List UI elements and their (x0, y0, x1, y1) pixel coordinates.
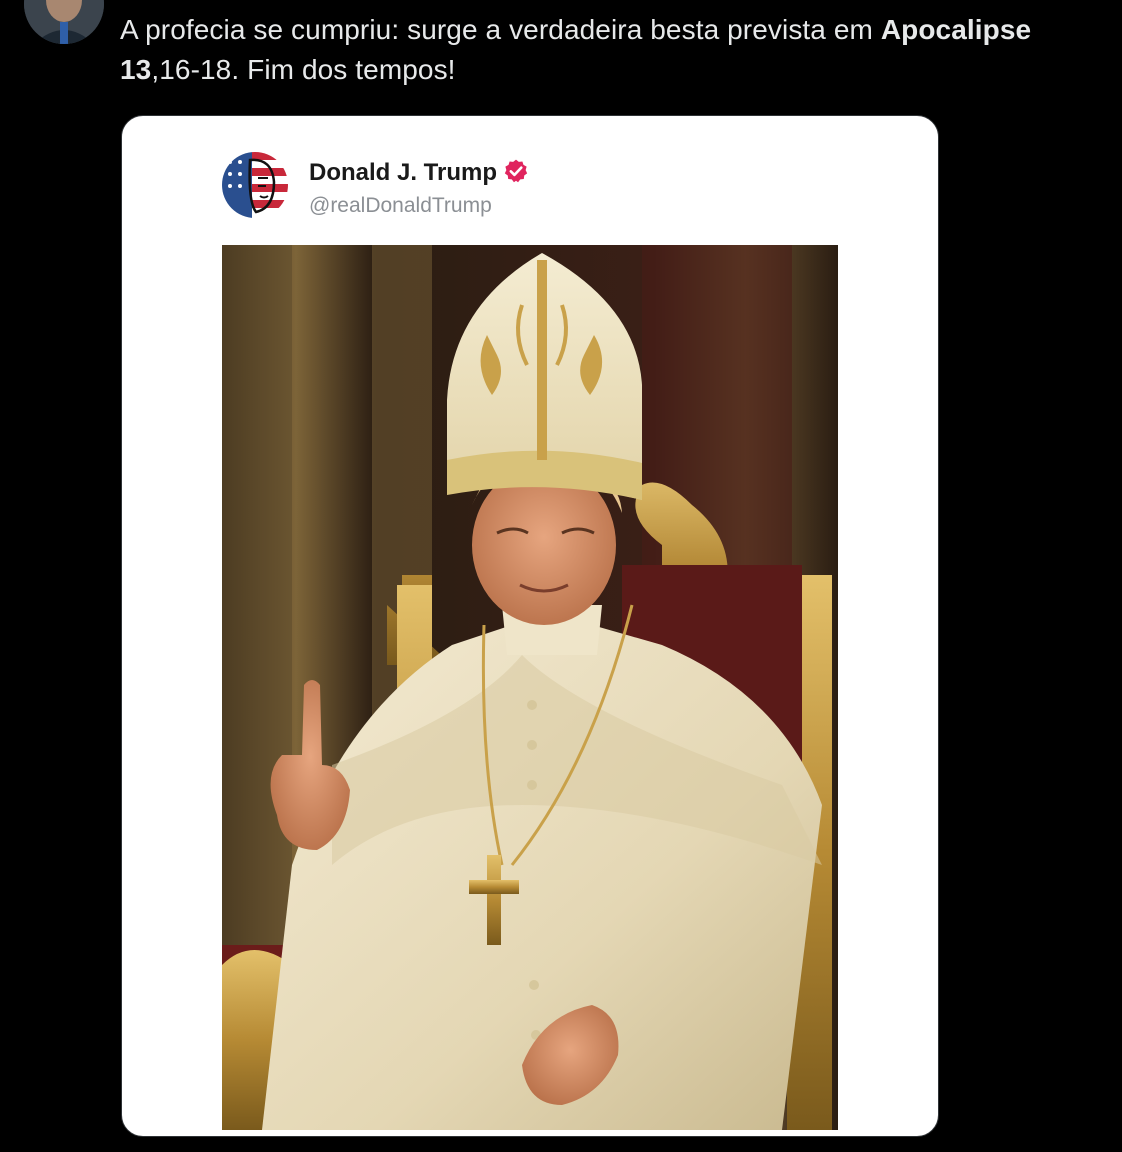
embedded-post-header: Donald J. Trump @realDonaldTrump (222, 152, 822, 222)
papal-portrait-image (222, 245, 838, 1130)
embedded-post-name: Donald J. Trump (309, 158, 529, 191)
tweet-page: A profecia se cumpriu: surge a verdadeir… (0, 0, 1122, 1152)
verified-badge-icon (503, 158, 529, 191)
tweet-text-part-2: ,16-18. Fim dos tempos! (151, 54, 456, 85)
embedded-post-handle: @realDonaldTrump (309, 194, 492, 217)
tweet-text-part-1: A profecia se cumpriu: surge a verdadeir… (120, 14, 881, 45)
author-avatar[interactable] (24, 0, 104, 44)
user-avatar-photo-icon (24, 0, 104, 44)
embedded-post-avatar (222, 152, 288, 218)
display-name: Donald J. Trump (309, 159, 498, 186)
flag-face-avatar-icon (222, 152, 288, 218)
tweet-media-card[interactable]: Donald J. Trump @realDonaldTrump (121, 115, 939, 1137)
papal-portrait-icon (222, 245, 838, 1130)
tweet-text: A profecia se cumpriu: surge a verdadeir… (120, 10, 1110, 90)
